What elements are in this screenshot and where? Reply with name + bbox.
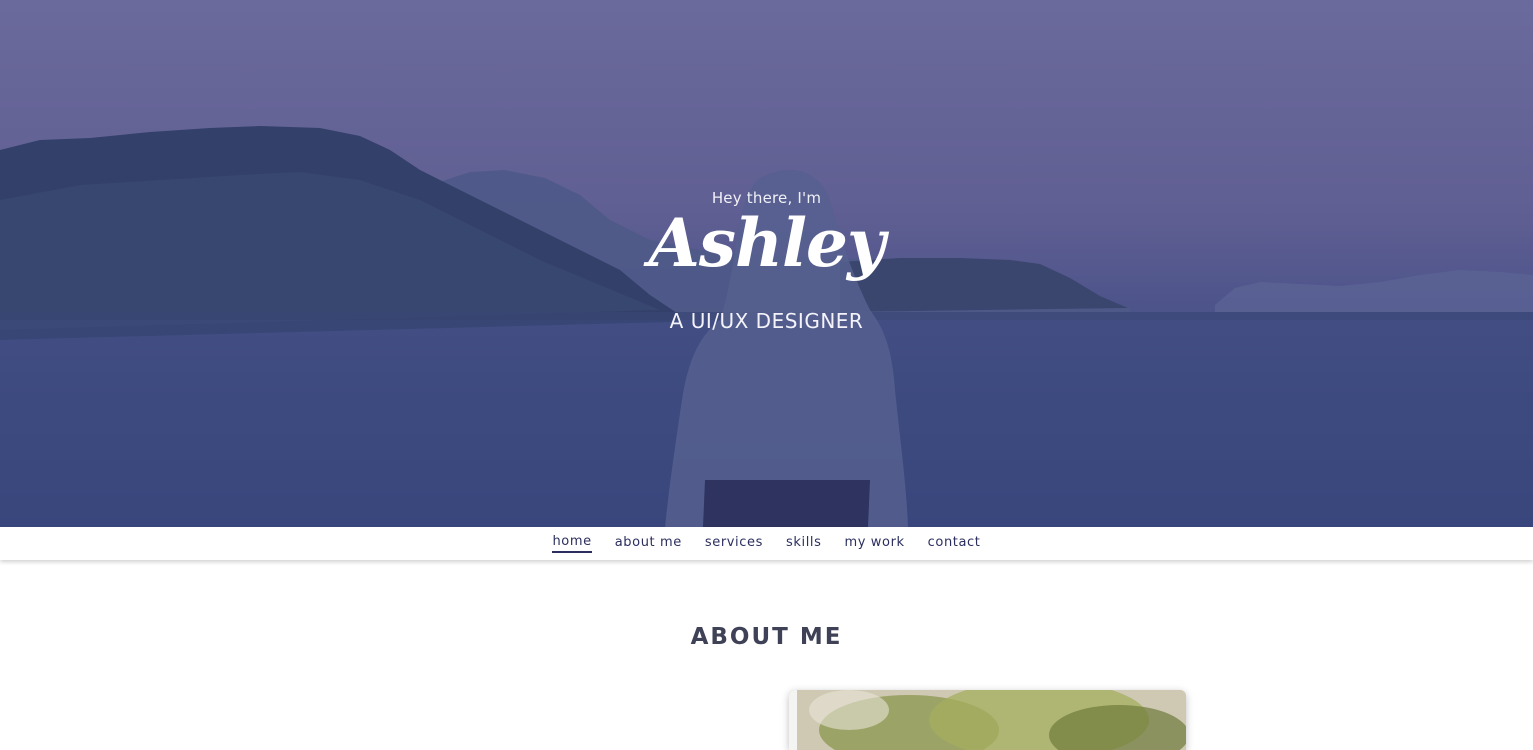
main-navigation: home about me services skills my work co… bbox=[0, 527, 1533, 560]
hero-name: Ashley bbox=[648, 204, 886, 282]
nav-link-home[interactable]: home bbox=[552, 534, 592, 553]
hero-role: A UI/UX DESIGNER bbox=[669, 309, 864, 333]
about-section-title: ABOUT ME bbox=[690, 624, 843, 650]
nav-link-skills[interactable]: skills bbox=[786, 535, 822, 552]
about-photo bbox=[789, 690, 1186, 750]
hero-text: Hey there, I'm Ashley A UI/UX DESIGNER bbox=[0, 0, 1533, 527]
hero-banner: Hey there, I'm Ashley A UI/UX DESIGNER bbox=[0, 0, 1533, 527]
about-photo-image bbox=[789, 690, 1186, 750]
nav-link-contact[interactable]: contact bbox=[928, 535, 981, 552]
nav-link-about-me[interactable]: about me bbox=[615, 535, 682, 552]
nav-link-services[interactable]: services bbox=[705, 535, 763, 552]
nav-link-my-work[interactable]: my work bbox=[845, 535, 905, 552]
